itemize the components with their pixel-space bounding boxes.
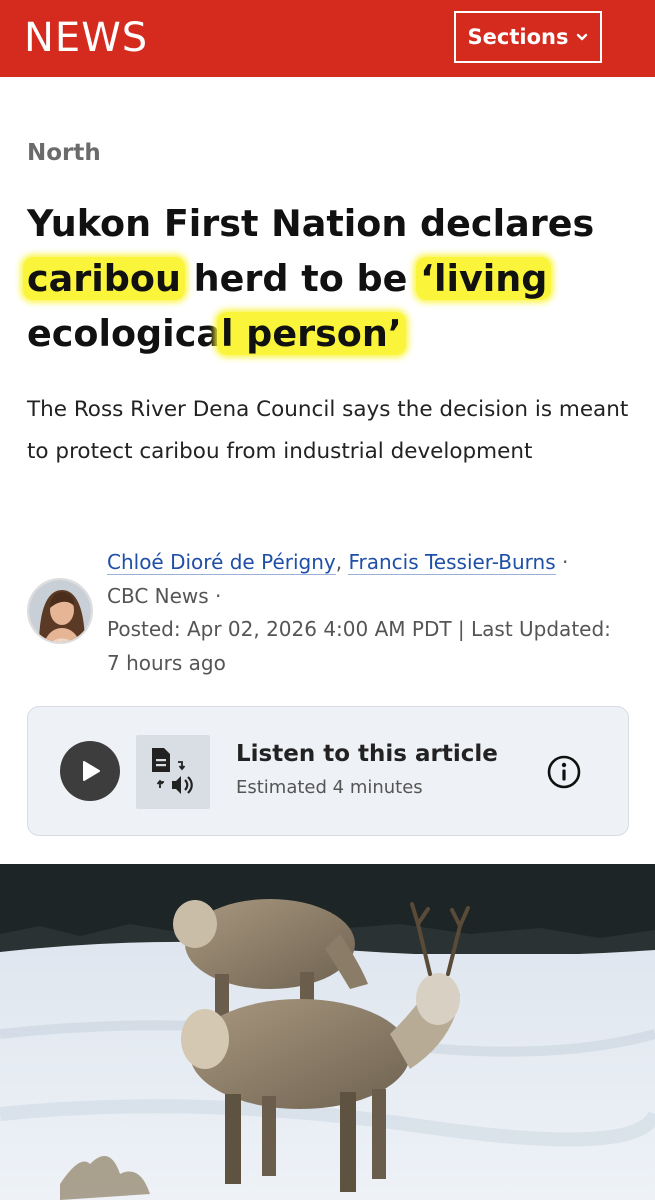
author-link[interactable]: Chloé Dioré de Périgny: [107, 550, 336, 575]
author-link[interactable]: Francis Tessier-Burns: [348, 550, 556, 575]
headline-text: ecologica: [27, 312, 221, 355]
author-avatar[interactable]: [27, 578, 93, 644]
listen-to-article-card: Listen to this article Estimated 4 minut…: [27, 706, 629, 836]
play-icon: [83, 761, 100, 781]
article-dek: The Ross River Dena Council says the dec…: [27, 397, 629, 464]
text-to-speech-icon: [136, 735, 210, 809]
site-header: NEWS Sections: [0, 0, 655, 77]
headline-text: herd to be: [180, 257, 421, 300]
listen-duration: Estimated 4 minutes: [236, 777, 423, 798]
listen-title: Listen to this article: [236, 741, 498, 767]
headline-text: Yukon First Nation declares: [27, 202, 595, 245]
info-icon[interactable]: [546, 754, 582, 790]
byline-dot: ·: [555, 550, 569, 574]
chevron-down-icon: [577, 33, 588, 41]
posted-timestamp: Posted: Apr 02, 2026 4:00 AM PDT | Last …: [107, 617, 611, 675]
byline-separator: ,: [335, 550, 343, 574]
news-logo[interactable]: NEWS: [24, 14, 148, 62]
sections-label: Sections: [467, 25, 569, 49]
article-byline: Chloé Dioré de Périgny, Francis Tessier-…: [107, 546, 627, 680]
headline-highlight: l person’: [216, 312, 406, 355]
lead-photo-caribou: [0, 864, 655, 1200]
article-headline: Yukon First Nation declares caribou herd…: [23, 196, 627, 361]
section-kicker[interactable]: North: [27, 140, 101, 166]
sections-button[interactable]: Sections: [454, 11, 602, 63]
play-button[interactable]: [60, 741, 120, 801]
byline-outlet: CBC News: [107, 583, 209, 608]
headline-highlight: caribou: [23, 257, 185, 300]
byline-dot: ·: [208, 583, 222, 608]
headline-highlight: ‘living: [416, 257, 552, 300]
